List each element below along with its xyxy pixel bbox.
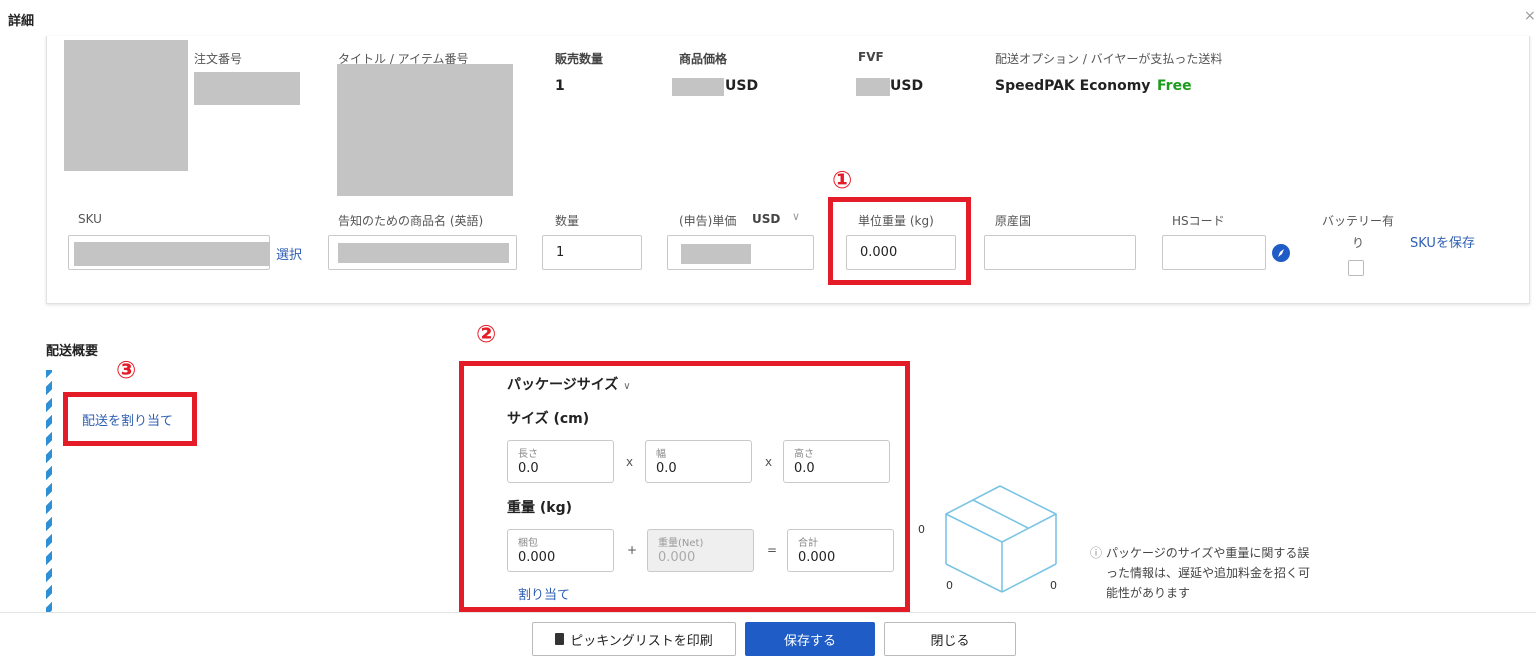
unit-price-input[interactable] — [667, 235, 814, 270]
price-currency: USD — [725, 78, 759, 94]
quantity-header: 数量 — [555, 214, 580, 228]
customs-name-header: 告知のための商品名 (英語) — [338, 214, 484, 228]
print-picking-list-button[interactable]: ピッキングリストを印刷 — [532, 622, 736, 656]
compass-icon[interactable] — [1272, 244, 1290, 262]
order-no-header: 注文番号 — [194, 52, 243, 66]
sku-select-link[interactable]: 選択 — [276, 244, 302, 263]
price-header: 商品価格 — [679, 52, 728, 66]
height-label: 高さ — [794, 449, 814, 460]
box-top-value: 0 — [918, 523, 925, 536]
height-field[interactable]: 高さ 0.0 — [783, 440, 890, 483]
save-button[interactable]: 保存する — [745, 622, 875, 656]
sku-header: SKU — [78, 212, 102, 226]
unit-weight-value: 0.000 — [860, 245, 898, 260]
origin-header: 原産国 — [995, 214, 1032, 228]
unit-price-redacted — [681, 244, 751, 264]
hs-code-header: HSコード — [1172, 214, 1225, 228]
annotation-3: ③ — [116, 356, 137, 384]
packing-weight-field[interactable]: 梱包 0.000 — [507, 529, 614, 572]
package-size-label: パッケージサイズ — [507, 377, 619, 393]
hs-code-input[interactable] — [1162, 235, 1266, 270]
chevron-down-icon[interactable]: ∨ — [792, 210, 800, 223]
info-text-line3: 能性があります — [1106, 586, 1191, 600]
price-redacted — [672, 78, 724, 96]
annotation-2: ② — [476, 320, 497, 348]
total-label: 合計 — [798, 538, 818, 549]
total-weight-field[interactable]: 合計 0.000 — [787, 529, 894, 572]
unit-price-currency-select[interactable]: USD — [752, 212, 780, 226]
equals-sign: = — [767, 543, 778, 557]
total-value: 0.000 — [798, 550, 836, 565]
chevron-down-icon: ∨ — [623, 381, 631, 392]
shipping-summary-title: 配送概要 — [46, 344, 99, 359]
unit-price-header: (申告)単価 — [679, 214, 737, 228]
dialog-title: 詳細 — [8, 14, 35, 29]
net-label: 重量(Net) — [658, 538, 704, 549]
annotation-1: ① — [832, 166, 853, 194]
fvf-redacted — [856, 78, 890, 96]
package-size-dropdown[interactable]: パッケージサイズ ∨ — [507, 374, 631, 394]
length-label: 長さ — [518, 449, 538, 460]
battery-header-line2: り — [1352, 236, 1365, 250]
fvf-currency: USD — [890, 78, 924, 94]
times-sign: x — [626, 455, 634, 469]
height-value: 0.0 — [794, 461, 815, 476]
package-assign-link[interactable]: 割り当て — [518, 584, 570, 603]
width-value: 0.0 — [656, 461, 677, 476]
shipping-stripe — [46, 370, 52, 613]
net-value: 0.000 — [658, 550, 696, 565]
save-sku-link[interactable]: SKUを保存 — [1410, 232, 1475, 251]
close-button[interactable]: 閉じる — [884, 622, 1016, 656]
shipping-option: SpeedPAK Economy — [995, 78, 1151, 94]
print-picking-list-label: ピッキングリストを印刷 — [570, 633, 713, 649]
qty-sold-value: 1 — [555, 78, 565, 94]
fvf-header: FVF — [858, 50, 884, 64]
shipping-fee: Free — [1157, 78, 1192, 94]
battery-checkbox[interactable] — [1348, 260, 1364, 276]
plus-sign: + — [627, 543, 638, 557]
packing-value: 0.000 — [518, 550, 556, 565]
info-text-line2: った情報は、遅延や追加料金を招く可 — [1106, 566, 1311, 580]
package-box-icon — [945, 485, 1057, 593]
info-icon: ⓘ — [1090, 546, 1103, 560]
times-sign: x — [765, 455, 773, 469]
customs-name-redacted — [338, 243, 509, 263]
width-label: 幅 — [656, 449, 666, 460]
length-value: 0.0 — [518, 461, 539, 476]
info-text-line1: パッケージのサイズや重量に関する誤 — [1106, 546, 1310, 560]
customs-name-input[interactable] — [328, 235, 517, 270]
net-weight-field: 重量(Net) 0.000 — [647, 529, 754, 572]
packing-label: 梱包 — [518, 538, 538, 549]
title-redacted — [337, 64, 513, 196]
order-no-redacted — [194, 72, 300, 105]
item-image — [64, 40, 188, 171]
quantity-value: 1 — [556, 245, 565, 260]
length-field[interactable]: 長さ 0.0 — [507, 440, 614, 483]
qty-sold-header: 販売数量 — [555, 52, 604, 66]
battery-header: バッテリー有 — [1322, 214, 1395, 228]
sku-input[interactable] — [68, 235, 270, 270]
sku-redacted — [74, 242, 270, 266]
width-field[interactable]: 幅 0.0 — [645, 440, 752, 483]
annotation-2-box — [459, 361, 910, 612]
unit-weight-input[interactable]: 0.000 — [846, 235, 956, 270]
clipboard-icon — [555, 633, 565, 645]
size-heading: サイズ (cm) — [507, 411, 590, 427]
unit-weight-header: 単位重量 (kg) — [858, 214, 934, 228]
weight-heading: 重量 (kg) — [507, 500, 573, 516]
close-icon[interactable]: × — [1524, 8, 1536, 24]
shipping-header: 配送オプション / バイヤーが支払った送料 — [995, 52, 1223, 66]
assign-shipping-link[interactable]: 配送を割り当て — [82, 410, 173, 429]
origin-input[interactable] — [984, 235, 1136, 270]
quantity-input[interactable]: 1 — [542, 235, 642, 270]
